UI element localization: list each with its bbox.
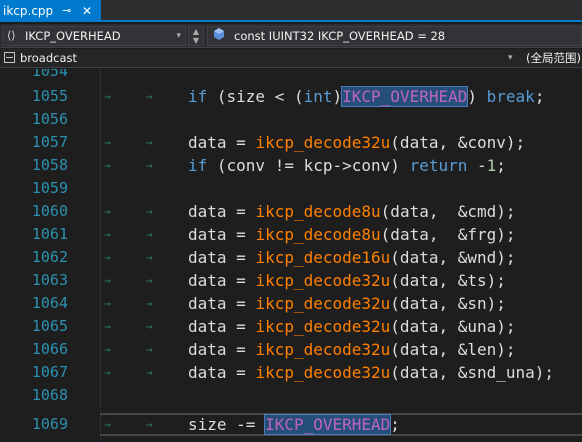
pin-icon[interactable]: ⊸ bbox=[62, 0, 71, 22]
code-line: 1054 bbox=[0, 69, 582, 83]
stepper-up-icon[interactable]: ▲ bbox=[189, 27, 203, 36]
tab-arrow-icon: → bbox=[104, 343, 111, 356]
line-number: 1060 bbox=[31, 202, 68, 220]
code-line: 1057 → → data = ikcp_decode32u(data, &co… bbox=[0, 131, 582, 154]
code-line: 1065 → → data = ikcp_decode32u(data, &un… bbox=[0, 315, 582, 338]
tab-arrow-icon: → bbox=[104, 205, 111, 218]
code-text[interactable]: data = ikcp_decode16u(data, &wnd); bbox=[188, 246, 516, 269]
line-number: 1058 bbox=[31, 156, 68, 174]
code-line: 1058 → → if (conv != kcp->conv) return -… bbox=[0, 154, 582, 177]
tab-arrow-icon: → bbox=[104, 320, 111, 333]
tab-arrow-icon: → bbox=[146, 320, 153, 333]
code-text[interactable]: if (size < (int)IKCP_OVERHEAD) break; bbox=[188, 85, 544, 108]
member-dropdown-value: IKCP_OVERHEAD bbox=[25, 29, 121, 43]
code-line: 1064 → → data = ikcp_decode32u(data, &sn… bbox=[0, 292, 582, 315]
tab-arrow-icon: → bbox=[146, 366, 153, 379]
code-line: 1062 → → data = ikcp_decode16u(data, &wn… bbox=[0, 246, 582, 269]
code-text[interactable]: data = ikcp_decode32u(data, &una); bbox=[188, 315, 516, 338]
tab-arrow-icon: → bbox=[104, 228, 111, 241]
tab-arrow-icon: → bbox=[146, 251, 153, 264]
macro-icon: ⟨⟩ bbox=[7, 29, 16, 42]
tab-arrow-icon: → bbox=[146, 136, 153, 149]
code-line: 1059 bbox=[0, 177, 582, 200]
tab-arrow-icon: → bbox=[104, 418, 111, 431]
code-text[interactable]: data = ikcp_decode8u(data, &cmd); bbox=[188, 200, 516, 223]
definition-dropdown-value: const IUINT32 IKCP_OVERHEAD = 28 bbox=[234, 29, 446, 43]
code-line: 1063 → → data = ikcp_decode32u(data, &ts… bbox=[0, 269, 582, 292]
code-text[interactable]: data = ikcp_decode32u(data, &snd_una); bbox=[188, 361, 554, 384]
line-number: 1063 bbox=[31, 271, 68, 289]
line-number: 1056 bbox=[31, 110, 68, 128]
line-number: 1059 bbox=[31, 179, 68, 197]
tab-ikcp-cpp[interactable]: ikcp.cpp ⊸ ✕ bbox=[0, 0, 101, 22]
nav-stepper[interactable]: ▲ ▼ bbox=[188, 26, 204, 46]
tab-arrow-icon: → bbox=[104, 159, 111, 172]
line-number: 1062 bbox=[31, 248, 68, 266]
tab-title: ikcp.cpp bbox=[3, 4, 54, 18]
tab-arrow-icon: → bbox=[146, 297, 153, 310]
code-editor[interactable]: 1054 1055 → → if (size < (int)IKCP_OVERH… bbox=[0, 69, 582, 442]
stepper-down-icon[interactable]: ▼ bbox=[189, 36, 203, 45]
code-line: 1069 → → size -= IKCP_OVERHEAD; bbox=[0, 413, 582, 436]
tab-arrow-icon: → bbox=[146, 418, 153, 431]
close-icon[interactable]: ✕ bbox=[82, 0, 92, 22]
definition-dropdown[interactable]: const IUINT32 IKCP_OVERHEAD = 28 bbox=[207, 26, 582, 46]
line-number: 1066 bbox=[31, 340, 68, 358]
constant-icon bbox=[214, 28, 224, 40]
code-text[interactable]: data = ikcp_decode32u(data, &len); bbox=[188, 338, 516, 361]
line-number: 1057 bbox=[31, 133, 68, 151]
code-text[interactable]: data = ikcp_decode8u(data, &frg); bbox=[188, 223, 516, 246]
line-number: 1068 bbox=[31, 386, 68, 404]
code-text[interactable]: data = ikcp_decode32u(data, &ts); bbox=[188, 269, 506, 292]
code-line: 1060 → → data = ikcp_decode8u(data, &cmd… bbox=[0, 200, 582, 223]
tab-bar: ikcp.cpp ⊸ ✕ bbox=[0, 0, 582, 22]
tab-arrow-icon: → bbox=[104, 366, 111, 379]
line-number: 1064 bbox=[31, 294, 68, 312]
code-line: 1068 bbox=[0, 384, 582, 407]
line-number: 1054 bbox=[31, 69, 68, 80]
tab-arrow-icon: → bbox=[146, 228, 153, 241]
code-line: 1055 → → if (size < (int)IKCP_OVERHEAD) … bbox=[0, 85, 582, 108]
scope-function-value: broadcast bbox=[20, 51, 78, 65]
scope-global-value[interactable]: (全局范围) bbox=[526, 49, 581, 67]
line-number: 1069 bbox=[31, 415, 68, 433]
code-line: 1067 → → data = ikcp_decode32u(data, &sn… bbox=[0, 361, 582, 384]
tab-arrow-icon: → bbox=[104, 274, 111, 287]
tab-arrow-icon: → bbox=[146, 90, 153, 103]
tab-arrow-icon: → bbox=[146, 205, 153, 218]
line-number: 1065 bbox=[31, 317, 68, 335]
tab-arrow-icon: → bbox=[146, 274, 153, 287]
member-dropdown[interactable]: ⟨⟩ IKCP_OVERHEAD ▾ bbox=[2, 26, 186, 46]
code-line: 1066 → → data = ikcp_decode32u(data, &le… bbox=[0, 338, 582, 361]
tab-arrow-icon: → bbox=[104, 251, 111, 264]
line-number: 1061 bbox=[31, 225, 68, 243]
chevron-down-icon: ▾ bbox=[176, 31, 181, 41]
tab-arrow-icon: → bbox=[104, 90, 111, 103]
function-scope-icon bbox=[4, 52, 15, 63]
code-text[interactable]: size -= IKCP_OVERHEAD; bbox=[188, 413, 400, 436]
scope-bar[interactable]: broadcast ▾ (全局范围) bbox=[0, 49, 582, 68]
code-text[interactable]: if (conv != kcp->conv) return -1; bbox=[188, 154, 506, 177]
tab-arrow-icon: → bbox=[146, 159, 153, 172]
tab-arrow-icon: → bbox=[146, 343, 153, 356]
code-line: 1056 bbox=[0, 108, 582, 131]
code-line: 1061 → → data = ikcp_decode8u(data, &frg… bbox=[0, 223, 582, 246]
tab-arrow-icon: → bbox=[104, 297, 111, 310]
tab-arrow-icon: → bbox=[104, 136, 111, 149]
navigation-bar: ⟨⟩ IKCP_OVERHEAD ▾ ▲ ▼ const IUINT32 IKC… bbox=[0, 24, 582, 48]
code-text[interactable]: data = ikcp_decode32u(data, &sn); bbox=[188, 292, 506, 315]
chevron-down-icon[interactable]: ▾ bbox=[508, 49, 513, 67]
line-number: 1055 bbox=[31, 87, 68, 105]
line-number: 1067 bbox=[31, 363, 68, 381]
code-text[interactable]: data = ikcp_decode32u(data, &conv); bbox=[188, 131, 525, 154]
